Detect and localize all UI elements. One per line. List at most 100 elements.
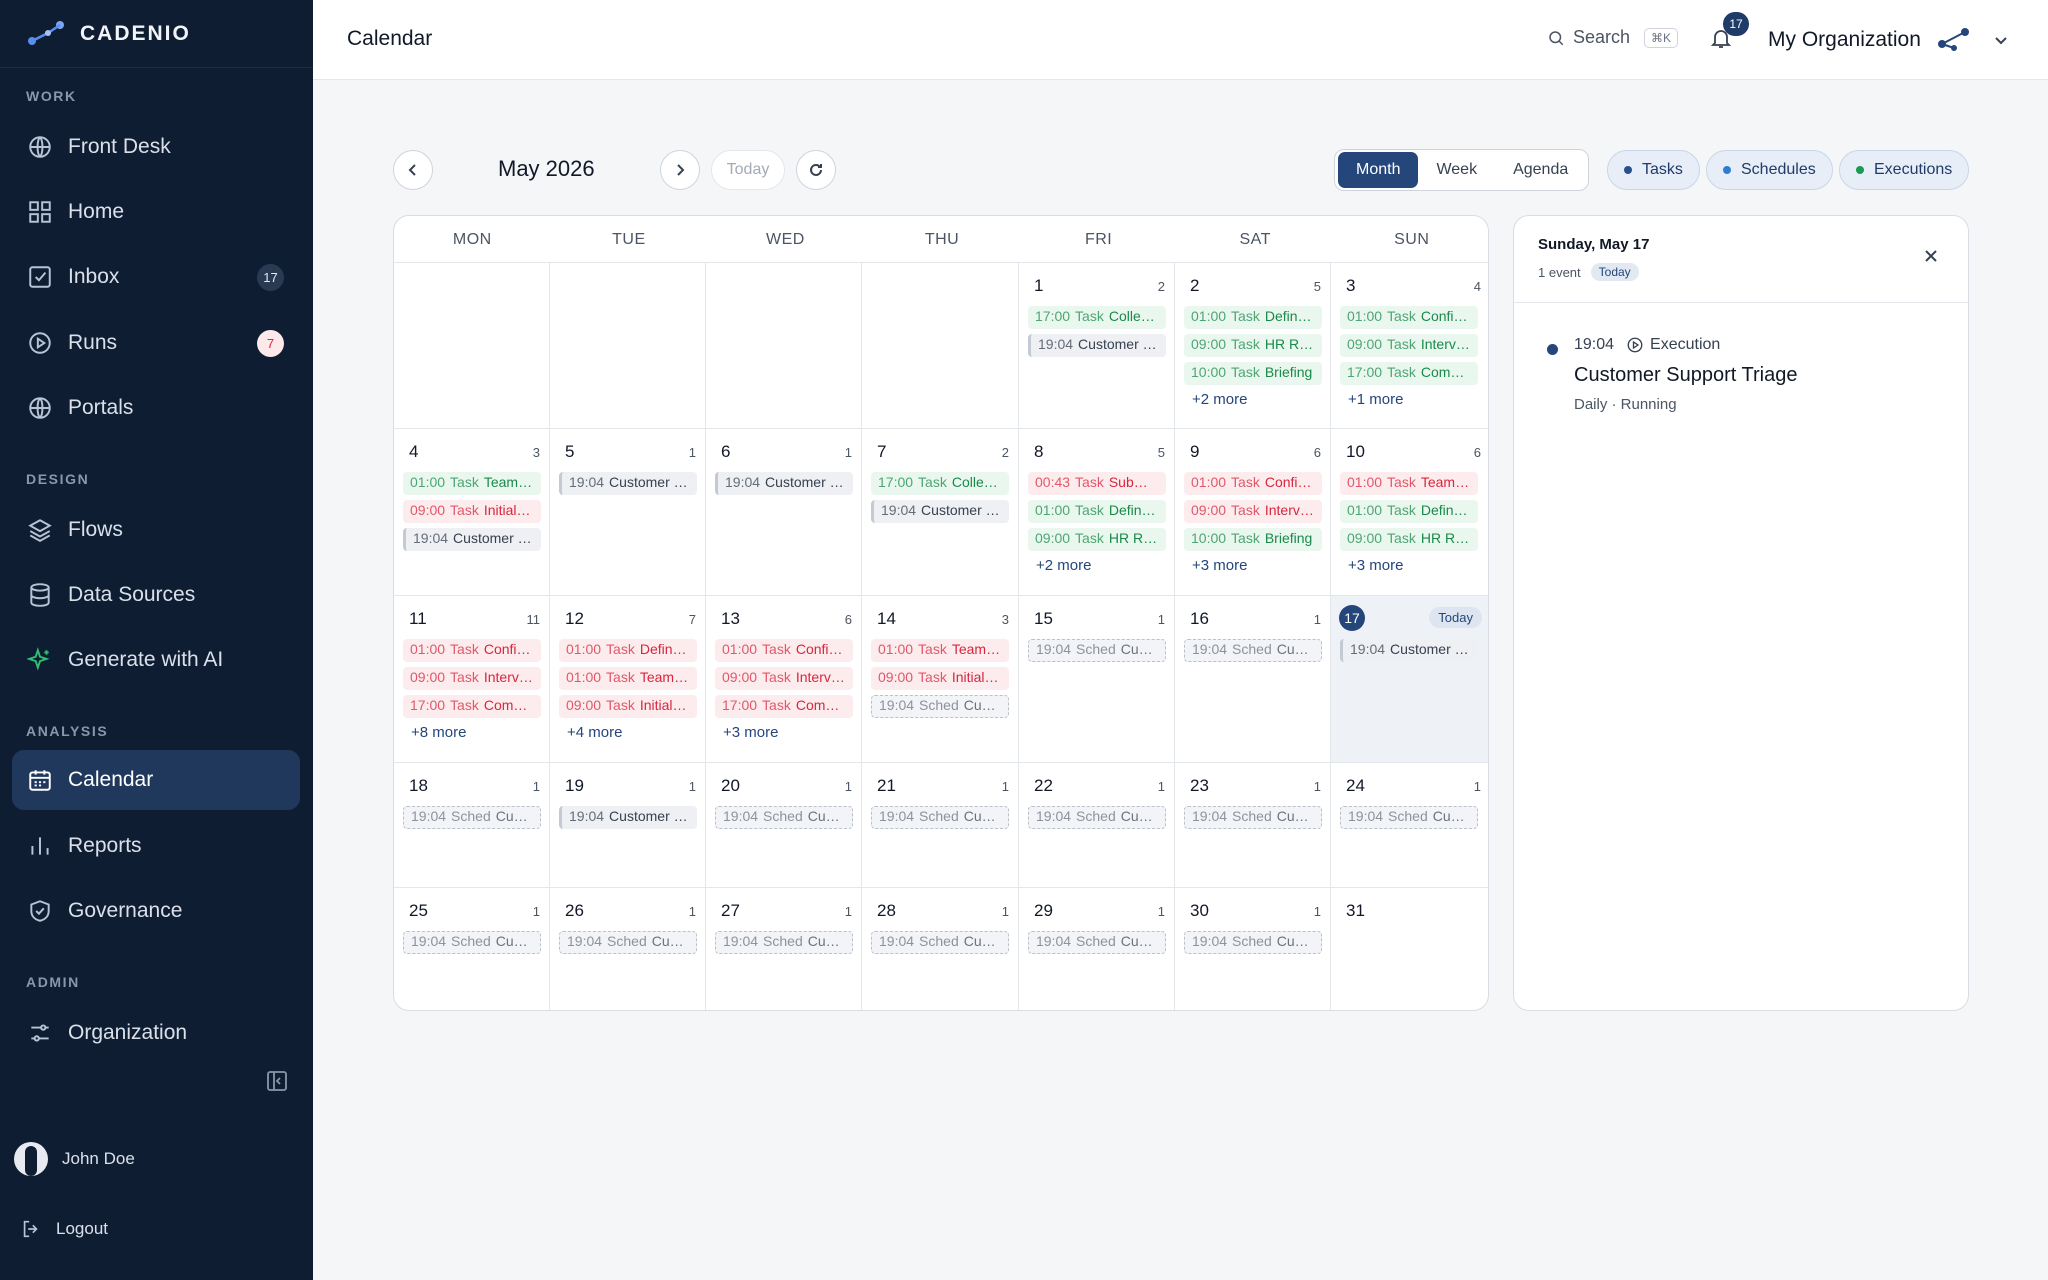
calendar-event[interactable]: 09:00TaskInitial Review — [559, 695, 697, 718]
calendar-event[interactable]: 19:04SchedCustomer Support Triage — [871, 695, 1009, 718]
calendar-event[interactable]: 17:00TaskCollect Feedback — [871, 472, 1009, 495]
sidebar-item-organization[interactable]: Organization — [12, 1003, 300, 1063]
close-panel-button[interactable] — [1921, 246, 1941, 266]
day-cell[interactable]: 23 1 19:04SchedCustomer Support Triage — [1175, 763, 1331, 888]
sidebar-item-flows[interactable]: Flows — [12, 500, 300, 560]
org-switcher[interactable]: My Organization — [1768, 26, 2009, 54]
day-cell[interactable]: 12701:00TaskDefine Goals01:00TaskTeam Sy… — [550, 596, 706, 763]
calendar-event[interactable]: 09:00TaskHR Review — [1028, 528, 1166, 551]
calendar-event[interactable]: 17:00TaskCompile Report — [403, 695, 541, 718]
view-week[interactable]: Week — [1418, 152, 1495, 188]
day-cell[interactable]: 4 3 01:00TaskTeam Sync 09:00TaskInitial Rev… — [394, 429, 550, 596]
prev-month-button[interactable] — [393, 150, 433, 190]
next-month-button[interactable] — [660, 150, 700, 190]
calendar-event[interactable]: 19:04Customer Support Triage — [559, 472, 697, 495]
calendar-event[interactable]: 01:00TaskConfirm Plan — [715, 639, 853, 662]
calendar-event[interactable]: 17:00TaskCompile Report — [1340, 362, 1478, 385]
day-cell[interactable]: 30 1 19:04SchedCustomer Support Triage — [1175, 888, 1331, 1010]
calendar-event[interactable]: 19:04Customer Support Triage — [1028, 334, 1166, 357]
view-agenda[interactable]: Agenda — [1495, 152, 1586, 188]
calendar-event[interactable]: 00:43TaskSubmit Report — [1028, 472, 1166, 495]
calendar-event[interactable]: 19:04SchedCustomer Support Triage — [403, 806, 541, 829]
day-cell[interactable]: 10601:00TaskTeam Sync01:00TaskDefine Goa… — [1331, 429, 1488, 596]
day-cell[interactable]: 26 1 19:04SchedCustomer Support Triage — [550, 888, 706, 1010]
calendar-event[interactable]: 01:00TaskConfirm Plan — [403, 639, 541, 662]
sidebar-item-reports[interactable]: Reports — [12, 816, 300, 876]
calendar-event[interactable]: 19:04Customer Support Triage — [1340, 639, 1478, 662]
day-cell[interactable]: 16 1 19:04SchedCustomer Support Triage — [1175, 596, 1331, 763]
calendar-event[interactable]: 19:04SchedCustomer Support Triage — [1184, 931, 1322, 954]
more-events-link[interactable]: +3 more — [723, 724, 778, 741]
sidebar-item-calendar[interactable]: Calendar — [12, 750, 300, 810]
day-cell[interactable]: 13601:00TaskConfirm Plan09:00TaskIntervi… — [706, 596, 862, 763]
calendar-event[interactable]: 19:04SchedCustomer Support Triage — [871, 806, 1009, 829]
calendar-event[interactable]: 19:04Customer Support Triage — [715, 472, 853, 495]
calendar-event[interactable]: 01:00TaskTeam Sync — [403, 472, 541, 495]
calendar-event[interactable]: 10:00 Task Briefing — [1184, 528, 1322, 551]
calendar-event[interactable]: 19:04SchedCustomer Support Triage — [1028, 931, 1166, 954]
sidebar-item-inbox[interactable]: Inbox 17 — [12, 247, 300, 307]
calendar-event[interactable]: 19:04SchedCustomer Support Triage — [715, 806, 853, 829]
calendar-event[interactable]: 19:04SchedCustomer Support Triage — [559, 931, 697, 954]
day-cell[interactable]: 27 1 19:04SchedCustomer Support Triage — [706, 888, 862, 1010]
calendar-event[interactable]: 09:00 Task Interview — [715, 667, 853, 690]
day-cell[interactable]: 5 1 19:04Customer Support Triage — [550, 429, 706, 596]
calendar-event[interactable]: 19:04Customer Support Triage — [871, 500, 1009, 523]
sidebar-item-home[interactable]: Home — [12, 182, 300, 242]
calendar-event[interactable]: 01:00TaskConfirm Plan — [1184, 472, 1322, 495]
calendar-event[interactable]: 09:00TaskHR Review — [1184, 334, 1322, 357]
day-cell[interactable]: 1 2 17:00TaskCollect Feedback 19:04Customer… — [1019, 263, 1175, 429]
day-cell[interactable]: 21 1 19:04SchedCustomer Support Triage — [862, 763, 1019, 888]
filter-executions[interactable]: Executions — [1839, 150, 1970, 190]
calendar-event[interactable]: 09:00 Task Interview — [1340, 334, 1478, 357]
sidebar-item-front-desk[interactable]: Front Desk — [12, 117, 300, 177]
calendar-event[interactable]: 01:00TaskConfirm Plan — [1340, 306, 1478, 329]
notifications-button[interactable]: 17 — [1709, 12, 1749, 54]
event-title[interactable]: Customer Support Triage — [1574, 364, 1797, 387]
day-cell[interactable]: 31 — [1331, 888, 1488, 1010]
more-events-link[interactable]: +2 more — [1192, 391, 1247, 408]
more-events-link[interactable]: +2 more — [1036, 557, 1091, 574]
more-events-link[interactable]: +1 more — [1348, 391, 1403, 408]
calendar-event[interactable]: 01:00TaskDefine Goals — [1340, 500, 1478, 523]
calendar-event[interactable]: 19:04SchedCustomer Support Triage — [715, 931, 853, 954]
day-cell[interactable]: 14 3 01:00TaskTeam Sync 09:00TaskInitial Re… — [862, 596, 1019, 763]
calendar-event[interactable]: 01:00TaskTeam Sync — [559, 667, 697, 690]
calendar-event[interactable]: 19:04Customer Support Triage — [403, 528, 541, 551]
filter-tasks[interactable]: Tasks — [1607, 150, 1700, 190]
calendar-event[interactable]: 19:04SchedCustomer Support Triage — [1184, 639, 1322, 662]
filter-schedules[interactable]: Schedules — [1706, 150, 1833, 190]
calendar-event[interactable]: 19:04SchedCustomer Support Triage — [871, 931, 1009, 954]
search-button[interactable]: Search ⌘K — [1547, 27, 1679, 48]
sidebar-item-portals[interactable]: Portals — [12, 378, 300, 438]
more-events-link[interactable]: +4 more — [567, 724, 622, 741]
view-month[interactable]: Month — [1338, 152, 1419, 188]
day-cell[interactable]: 20 1 19:04SchedCustomer Support Triage — [706, 763, 862, 888]
day-cell[interactable]: 6 1 19:04Customer Support Triage — [706, 429, 862, 596]
day-cell[interactable]: 18 1 19:04SchedCustomer Support Triage — [394, 763, 550, 888]
calendar-event[interactable]: 17:00TaskCollect Feedback — [1028, 306, 1166, 329]
calendar-event[interactable]: 09:00 Task Interview — [403, 667, 541, 690]
calendar-event[interactable]: 01:00TaskTeam Sync — [871, 639, 1009, 662]
day-cell[interactable]: 8500:43TaskSubmit Report01:00TaskDefine … — [1019, 429, 1175, 596]
day-cell[interactable]: 9601:00TaskConfirm Plan09:00TaskIntervie… — [1175, 429, 1331, 596]
day-cell[interactable]: 15 1 19:04SchedCustomer Support Triage — [1019, 596, 1175, 763]
more-events-link[interactable]: +3 more — [1192, 557, 1247, 574]
day-cell[interactable]: 28 1 19:04SchedCustomer Support Triage — [862, 888, 1019, 1010]
calendar-event[interactable]: 19:04SchedCustomer Support Triage — [1028, 806, 1166, 829]
calendar-event[interactable]: 19:04Customer Support Triage — [559, 806, 697, 829]
day-cell[interactable]: 2501:00TaskDefine Goals09:00TaskHR Revie… — [1175, 263, 1331, 429]
calendar-event[interactable]: 01:00TaskDefine Goals — [1028, 500, 1166, 523]
calendar-event[interactable]: 17:00TaskCompile Report — [715, 695, 853, 718]
calendar-event[interactable]: 01:00TaskDefine Goals — [559, 639, 697, 662]
sidebar-item-generate-ai[interactable]: Generate with AI — [12, 630, 300, 690]
brand[interactable]: CADENIO — [0, 0, 313, 68]
calendar-event[interactable]: 09:00TaskInitial Review — [871, 667, 1009, 690]
calendar-event[interactable]: 10:00 Task Briefing — [1184, 362, 1322, 385]
refresh-button[interactable] — [796, 150, 836, 190]
day-cell[interactable]: 111101:00TaskConfirm Plan09:00TaskInterv… — [394, 596, 550, 763]
day-cell[interactable]: 22 1 19:04SchedCustomer Support Triage — [1019, 763, 1175, 888]
calendar-event[interactable]: 19:04SchedCustomer Support Triage — [1340, 806, 1478, 829]
day-cell[interactable]: 3401:00TaskConfirm Plan09:00TaskIntervie… — [1331, 263, 1488, 429]
day-cell[interactable]: 25 1 19:04SchedCustomer Support Triage — [394, 888, 550, 1010]
